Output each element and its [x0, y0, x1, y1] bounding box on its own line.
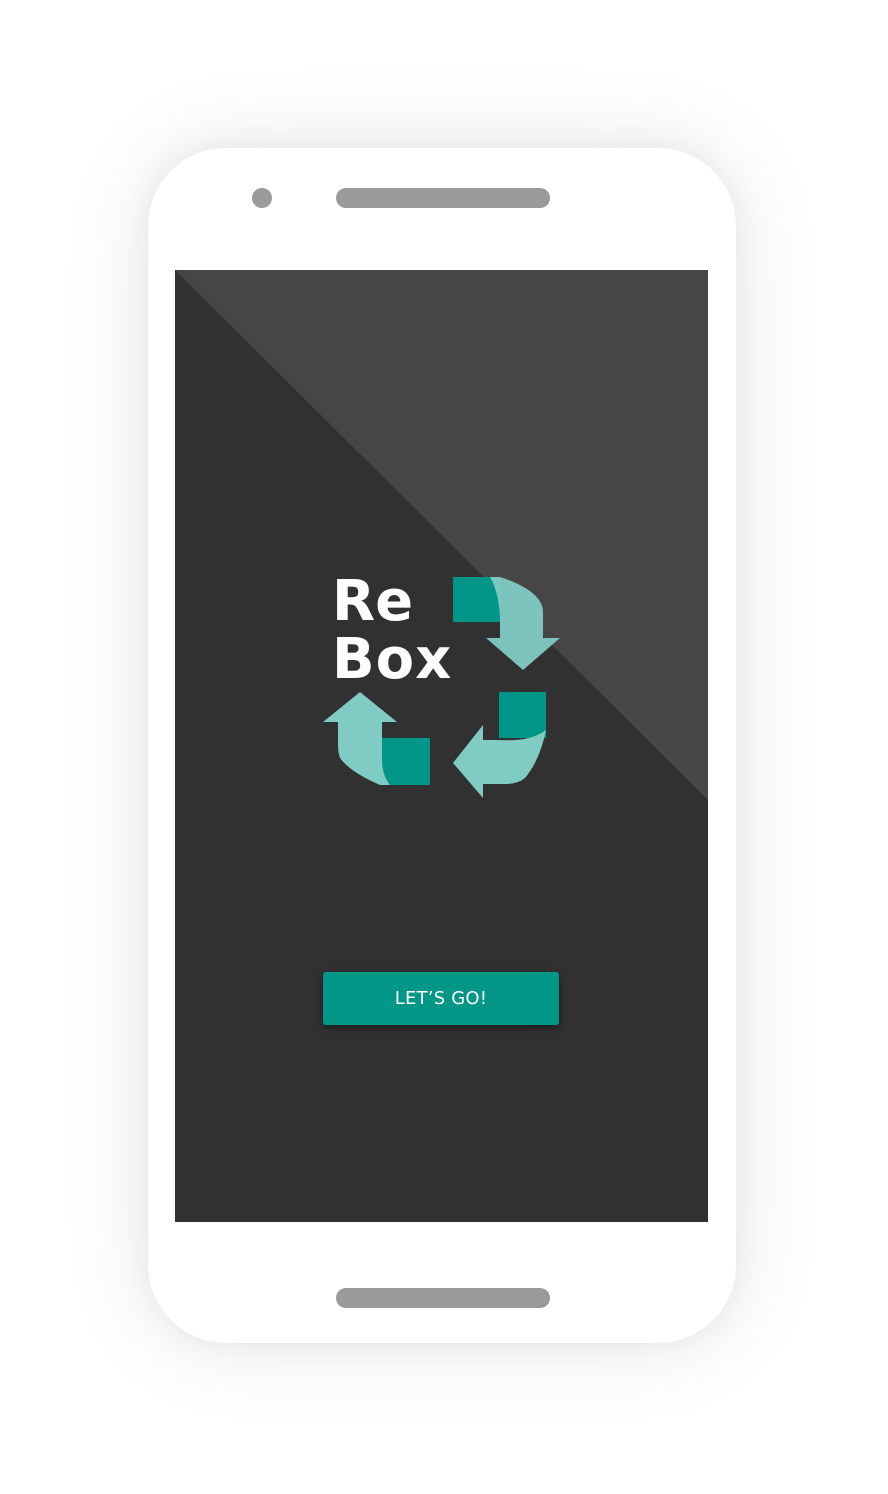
lets-go-button[interactable]: LET’S GO! [323, 972, 559, 1025]
home-bar [336, 1288, 550, 1308]
camera-icon [252, 188, 272, 208]
rebox-logo: Re Box [323, 569, 560, 798]
logo-text-re: Re [332, 569, 413, 634]
speaker-grille [336, 188, 550, 208]
logo-text-box: Box [332, 627, 452, 692]
app-screen: Re Box LET’S GO! [175, 270, 708, 1222]
